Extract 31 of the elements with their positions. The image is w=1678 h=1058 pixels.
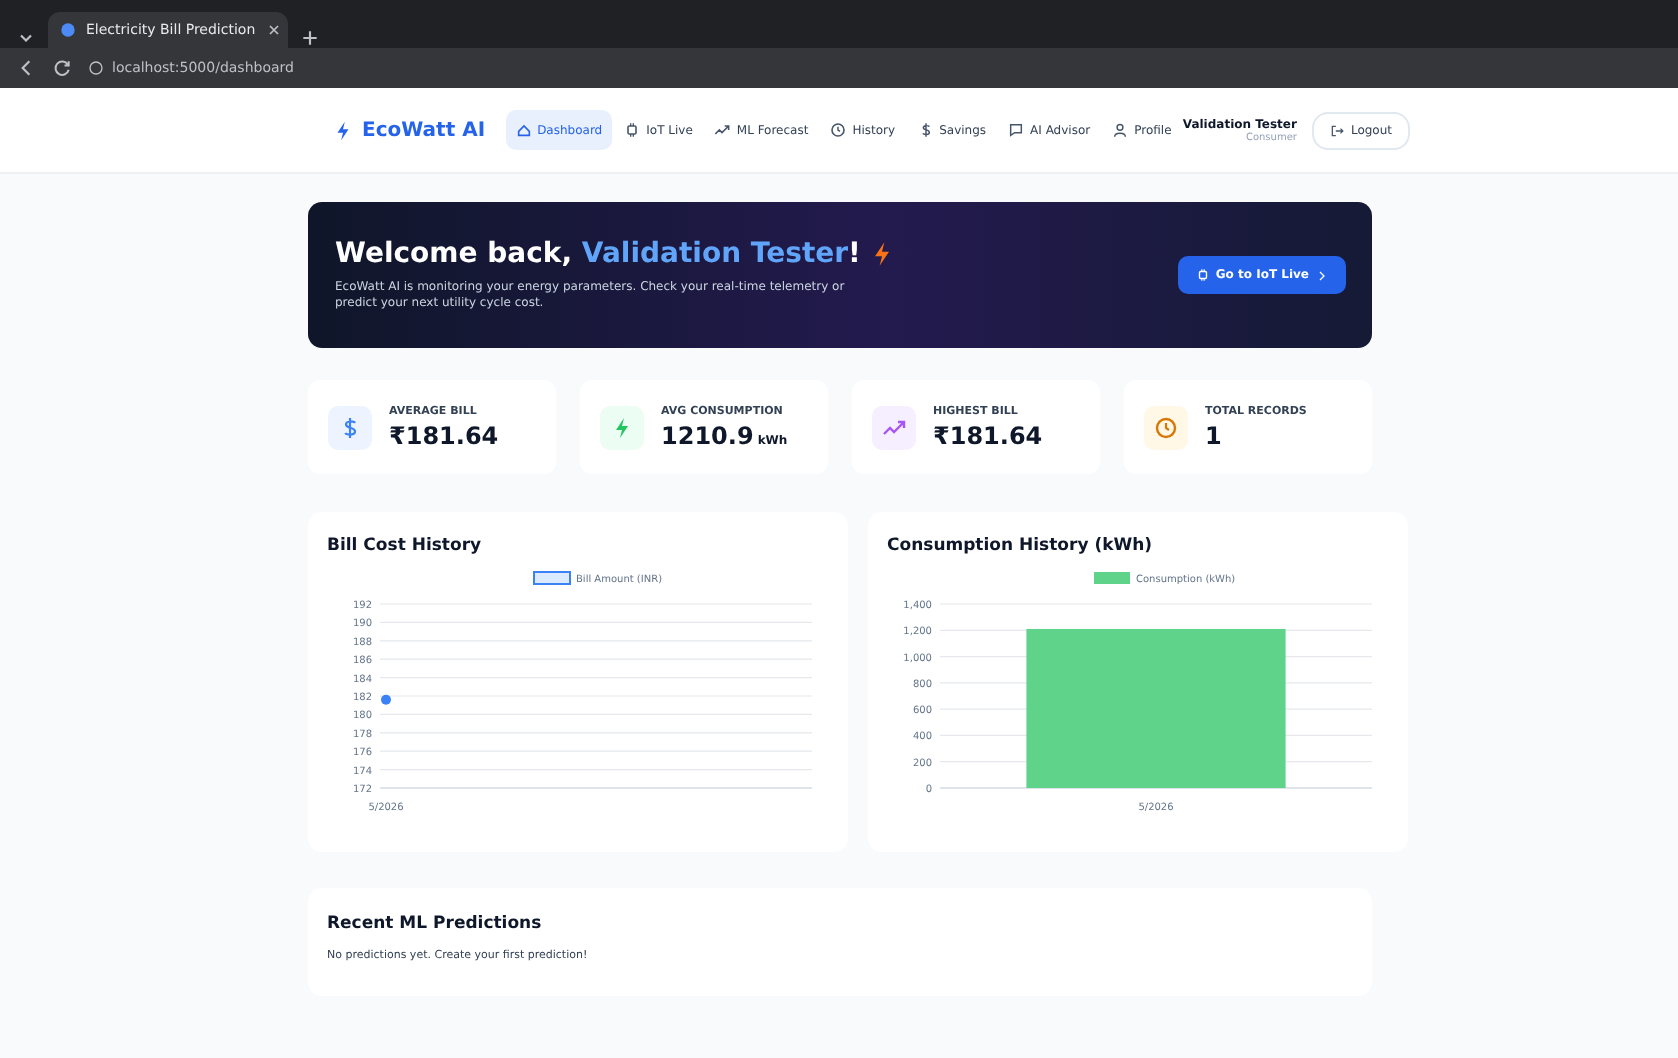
back-icon (16, 58, 36, 78)
chip-icon (624, 122, 641, 138)
chat-icon (1008, 122, 1025, 138)
chart-title: Bill Cost History (327, 536, 484, 556)
clock-icon (830, 122, 847, 138)
stat-value: ₹181.64 (389, 421, 499, 449)
trend-up-icon (714, 122, 731, 138)
chevron-right-icon (1315, 269, 1327, 281)
legend-swatch (532, 571, 570, 585)
section-title: Recent ML Predictions (327, 914, 544, 934)
close-icon (265, 22, 282, 38)
dollar-icon (917, 122, 934, 138)
chart-title: Consumption History (kWh) (887, 536, 1155, 556)
user-icon (1112, 122, 1129, 138)
home-icon (515, 122, 532, 138)
legend-swatch (1093, 572, 1129, 584)
logout-icon (1330, 123, 1345, 137)
new-tab-icon (300, 28, 320, 48)
stat-value: 1210.9 (661, 421, 754, 449)
trend-up-icon (881, 415, 905, 439)
reload-icon (52, 58, 72, 78)
info-icon (88, 60, 104, 76)
chip-icon (1195, 268, 1210, 282)
data-point (380, 694, 390, 705)
favicon-icon (60, 22, 76, 38)
bolt-icon (332, 119, 354, 141)
stat-value: ₹181.64 (933, 421, 1043, 449)
stat-value: 1 (1205, 421, 1222, 449)
clock-icon (1153, 415, 1177, 439)
app-logo[interactable]: EcoWatt AI (362, 119, 486, 141)
welcome-heading: Welcome back, Validation Tester! (335, 237, 861, 270)
